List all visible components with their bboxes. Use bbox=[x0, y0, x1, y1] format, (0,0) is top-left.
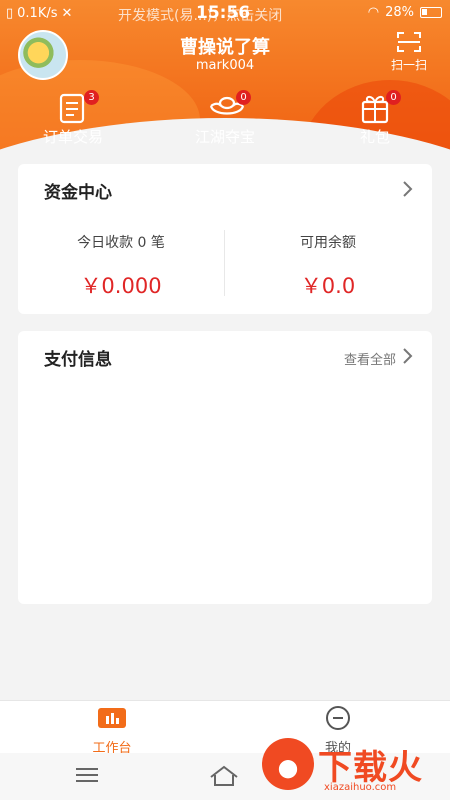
available-balance-label: 可用余额 bbox=[300, 235, 356, 251]
user-account: mark004 bbox=[195, 58, 255, 73]
wifi-icon: ◠ bbox=[367, 5, 380, 20]
profile-icon bbox=[326, 706, 350, 730]
treasure-badge: 0 bbox=[236, 90, 251, 105]
home-icon[interactable] bbox=[209, 765, 239, 787]
quick-actions: 3 订单交易 0 江湖夺宝 0 礼包 bbox=[0, 90, 450, 152]
battery-icon bbox=[420, 7, 442, 18]
watermark-logo-icon bbox=[262, 738, 314, 790]
available-balance: 可用余额 ￥0.0 bbox=[225, 232, 431, 300]
quick-action-label: 礼包 bbox=[359, 128, 390, 146]
notification-icon: ✕ bbox=[61, 6, 73, 21]
fund-center-card[interactable]: 资金中心 今日收款 0 笔 ￥0.000 可用余额 ￥0.0 bbox=[18, 164, 432, 314]
watermark-url: xiazaihuo.com bbox=[324, 782, 397, 793]
available-balance-value: ￥0.0 bbox=[300, 274, 356, 298]
quick-action-treasure[interactable]: 0 江湖夺宝 bbox=[170, 90, 280, 147]
status-time: 15:56 bbox=[196, 3, 251, 23]
workbench-icon bbox=[98, 708, 126, 728]
today-receipts-value: ￥0.000 bbox=[80, 274, 162, 298]
gift-badge: 0 bbox=[386, 90, 401, 105]
quick-action-label: 订单交易 bbox=[42, 128, 103, 146]
payment-info-title: 支付信息 bbox=[44, 350, 112, 370]
view-all-link[interactable]: 查看全部 bbox=[344, 349, 396, 368]
chevron-right-icon[interactable] bbox=[402, 347, 414, 365]
network-speed: 0.1K/s bbox=[17, 6, 58, 21]
quick-action-gift[interactable]: 0 礼包 bbox=[320, 90, 430, 147]
today-receipts: 今日收款 0 笔 ￥0.000 bbox=[18, 232, 224, 300]
scan-label: 扫一扫 bbox=[390, 58, 427, 72]
quick-action-label: 江湖夺宝 bbox=[194, 128, 255, 146]
quick-action-orders[interactable]: 3 订单交易 bbox=[18, 90, 128, 147]
orders-badge: 3 bbox=[84, 90, 99, 105]
payment-info-card: 支付信息 查看全部 bbox=[18, 331, 432, 604]
fund-center-title: 资金中心 bbox=[44, 183, 112, 203]
scan-icon bbox=[397, 32, 421, 52]
chevron-right-icon[interactable] bbox=[402, 180, 414, 198]
today-receipts-label: 今日收款 0 笔 bbox=[77, 235, 165, 251]
status-bar: ▯ 0.1K/s ✕ 开发模式(易...)，点击关闭 15:56 ◠ 28% bbox=[0, 0, 450, 28]
user-name: 曹操说了算 bbox=[180, 37, 270, 58]
watermark: 下载火 xiazaihuo.com bbox=[262, 738, 442, 796]
battery-percent: 28% bbox=[385, 5, 414, 20]
tab-workbench[interactable]: 工作台 bbox=[52, 705, 172, 756]
menu-icon[interactable] bbox=[76, 767, 98, 783]
scan-button[interactable]: 扫一扫 bbox=[384, 30, 434, 73]
sim-icon: ▯ bbox=[6, 6, 14, 21]
